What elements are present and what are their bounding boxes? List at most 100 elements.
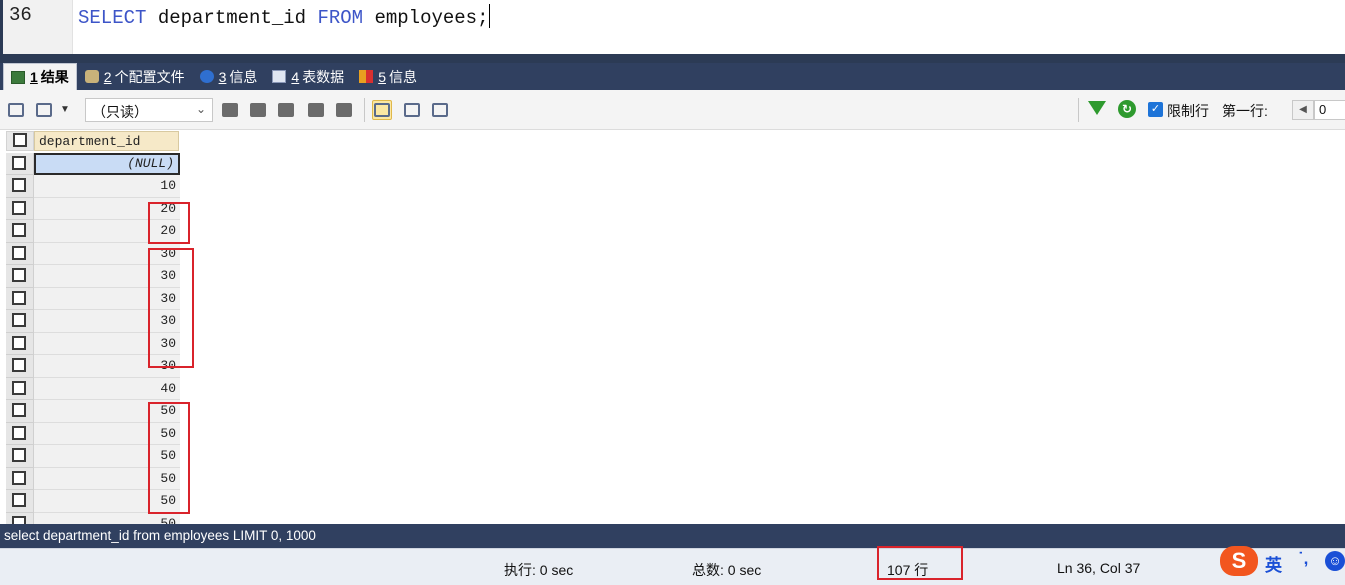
line-number: 36 bbox=[9, 4, 32, 26]
table-row[interactable]: (NULL) bbox=[6, 152, 180, 175]
row-checkbox[interactable] bbox=[12, 290, 26, 305]
ime-emoji-icon[interactable]: ☺ bbox=[1325, 551, 1345, 571]
info-icon bbox=[199, 70, 214, 83]
row-checkbox[interactable] bbox=[12, 358, 26, 372]
highlight-box-rows bbox=[877, 546, 963, 580]
row-selector[interactable] bbox=[6, 242, 34, 265]
column-header-department-id[interactable]: department_id bbox=[34, 131, 179, 151]
filter-icon[interactable] bbox=[1088, 101, 1106, 115]
row-checkbox[interactable] bbox=[12, 223, 26, 237]
import-grid-icon[interactable] bbox=[34, 100, 54, 120]
discard-icon[interactable] bbox=[334, 100, 354, 120]
cell-department-id[interactable]: 10 bbox=[34, 175, 180, 198]
table-data-icon bbox=[272, 70, 287, 83]
table-row[interactable]: 40 bbox=[6, 377, 180, 400]
row-checkbox[interactable] bbox=[12, 403, 26, 417]
cell-department-id[interactable]: 50 bbox=[34, 512, 180, 524]
row-checkbox[interactable] bbox=[12, 268, 26, 282]
cell-department-id[interactable]: 40 bbox=[34, 377, 180, 400]
row-selector[interactable] bbox=[6, 197, 34, 220]
tab-number: 3 bbox=[218, 68, 227, 85]
result-grid[interactable]: department_id (NULL) 10 20 20 30 30 30 30 30 30 40… bbox=[0, 130, 1345, 524]
tabs-divider bbox=[0, 54, 1345, 63]
row-checkbox[interactable] bbox=[12, 448, 26, 462]
first-row-label: 第一行: bbox=[1222, 103, 1268, 119]
select-all-checkbox[interactable] bbox=[13, 133, 27, 147]
row-checkbox[interactable] bbox=[12, 335, 26, 350]
row-selector[interactable] bbox=[6, 467, 34, 490]
executed-query: select department_id from employees LIMI… bbox=[0, 524, 1345, 548]
row-selector[interactable] bbox=[6, 377, 34, 400]
row-checkbox[interactable] bbox=[12, 178, 26, 192]
row-selector[interactable] bbox=[6, 355, 34, 378]
row-selector[interactable] bbox=[6, 287, 34, 310]
mode-value: （只读） bbox=[92, 104, 148, 120]
row-checkbox[interactable] bbox=[12, 155, 26, 170]
prev-page-button[interactable]: ◀ bbox=[1292, 100, 1314, 120]
grid-view-icon[interactable] bbox=[372, 100, 392, 120]
row-checkbox[interactable] bbox=[12, 380, 26, 395]
row-selector[interactable] bbox=[6, 265, 34, 288]
status-bar: 执行: 0 sec 总数: 0 sec 107 行 Ln 36, Col 37 bbox=[0, 548, 1345, 585]
row-selector[interactable] bbox=[6, 332, 34, 355]
tab-info[interactable]: 3 信息 bbox=[193, 63, 265, 90]
tab-results[interactable]: 1 结果 bbox=[3, 63, 77, 90]
tab-label: 个配置文件 bbox=[114, 68, 185, 85]
first-row-input[interactable]: 0 bbox=[1314, 100, 1345, 120]
tab-number: 2 bbox=[103, 68, 112, 85]
sql-editor[interactable]: 36 SELECT department_id FROM employees; bbox=[0, 0, 1345, 54]
table-row[interactable]: 10 bbox=[6, 175, 180, 198]
row-selector[interactable] bbox=[6, 400, 34, 423]
row-selector[interactable] bbox=[6, 310, 34, 333]
text-view-icon[interactable] bbox=[430, 100, 450, 120]
tab-info-2[interactable]: 5 信息 bbox=[352, 63, 424, 90]
chevron-down-icon[interactable]: ▼ bbox=[60, 104, 70, 115]
code-line[interactable]: SELECT department_id FROM employees; bbox=[78, 4, 491, 29]
row-selector[interactable] bbox=[6, 220, 34, 243]
row-checkbox[interactable] bbox=[12, 425, 26, 440]
cursor-position: Ln 36, Col 37 bbox=[1057, 560, 1141, 576]
tab-profile[interactable]: 2 个配置文件 bbox=[78, 63, 192, 90]
tab-label: 表数据 bbox=[302, 68, 345, 85]
row-selector[interactable] bbox=[6, 175, 34, 198]
total-time: 总数: 0 sec bbox=[692, 562, 762, 578]
row-checkbox[interactable] bbox=[12, 245, 26, 260]
sql-keyword-select: SELECT bbox=[78, 7, 147, 29]
tab-table-data[interactable]: 4 表数据 bbox=[265, 63, 351, 90]
row-selector[interactable] bbox=[6, 445, 34, 468]
result-toolbar: ▼ （只读） ⌄ ↻ ✓ 限制行 第一行: ◀ 0 bbox=[0, 90, 1345, 130]
row-selector[interactable] bbox=[6, 490, 34, 513]
delete-icon[interactable] bbox=[306, 100, 326, 120]
row-checkbox[interactable] bbox=[12, 313, 26, 327]
row-selector[interactable] bbox=[6, 422, 34, 445]
info-colored-icon bbox=[359, 70, 374, 83]
sql-table: employees; bbox=[363, 7, 489, 29]
ime-language[interactable]: 英 bbox=[1265, 551, 1282, 576]
highlight-box-50 bbox=[148, 402, 190, 514]
save-icon[interactable] bbox=[276, 100, 296, 120]
export-grid-icon[interactable] bbox=[6, 100, 26, 120]
form-view-icon[interactable] bbox=[402, 100, 422, 120]
row-checkbox[interactable] bbox=[12, 515, 26, 524]
refresh-icon[interactable]: ↻ bbox=[1118, 100, 1136, 118]
row-checkbox[interactable] bbox=[12, 200, 26, 215]
limit-rows-checkbox[interactable]: ✓ bbox=[1148, 102, 1163, 117]
row-checkbox[interactable] bbox=[12, 470, 26, 485]
tab-label: 信息 bbox=[388, 68, 417, 85]
duplicate-row-icon[interactable] bbox=[248, 100, 268, 120]
ime-logo-icon[interactable]: S bbox=[1220, 546, 1258, 576]
add-row-icon[interactable] bbox=[220, 100, 240, 120]
sql-keyword-from: FROM bbox=[317, 7, 364, 29]
select-all-cell[interactable] bbox=[6, 131, 34, 151]
row-selector[interactable] bbox=[6, 512, 34, 524]
cell-department-id[interactable]: (NULL) bbox=[34, 152, 180, 175]
row-checkbox[interactable] bbox=[12, 493, 26, 507]
highlight-box-30 bbox=[148, 248, 194, 368]
tab-number: 5 bbox=[378, 68, 386, 85]
ime-punctuation-icon[interactable]: ˙, bbox=[1298, 549, 1308, 569]
table-row[interactable]: 50 bbox=[6, 512, 180, 524]
result-tabs: 1 结果 2 个配置文件 3 信息 4 表数据 5 信息 bbox=[0, 63, 1345, 90]
highlight-box-20 bbox=[148, 202, 190, 244]
row-selector[interactable] bbox=[6, 152, 34, 175]
result-mode-select[interactable]: （只读） ⌄ bbox=[85, 98, 213, 122]
